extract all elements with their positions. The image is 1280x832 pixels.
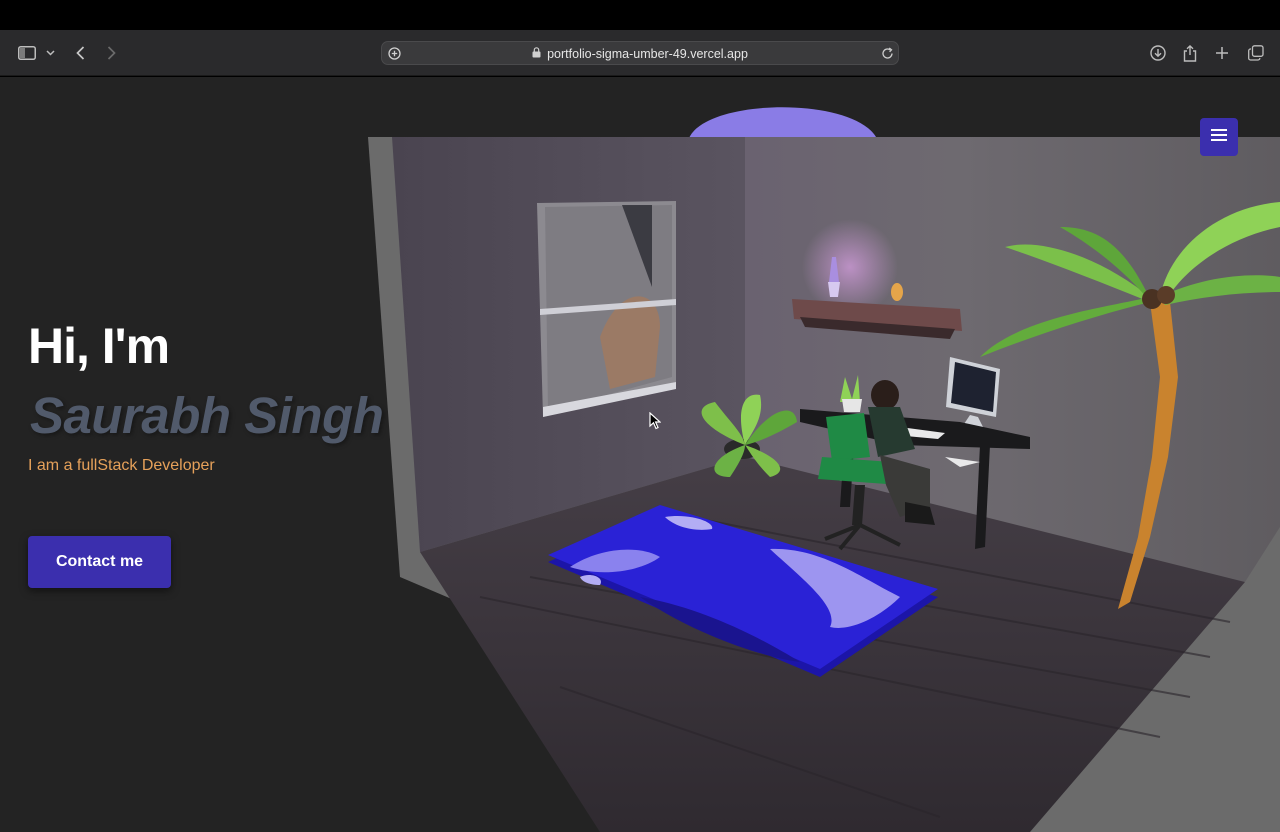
page-viewport: Hi, I'm Saurabh Singh I am a fullStack D… bbox=[0, 77, 1280, 832]
person bbox=[871, 380, 899, 410]
forward-icon[interactable] bbox=[104, 42, 118, 64]
hero-greeting: Hi, I'm bbox=[28, 318, 170, 374]
room-scene bbox=[368, 107, 1280, 832]
sidebar-icon[interactable] bbox=[17, 42, 37, 64]
url-text: portfolio-sigma-umber-49.vercel.app bbox=[547, 47, 748, 61]
mouse-cursor-icon bbox=[649, 411, 662, 435]
cloud-shape bbox=[688, 107, 878, 141]
chevron-down-icon[interactable] bbox=[44, 42, 56, 64]
new-tab-icon[interactable] bbox=[1213, 42, 1231, 64]
url-display[interactable]: portfolio-sigma-umber-49.vercel.app bbox=[382, 42, 898, 66]
menu-button[interactable] bbox=[1200, 118, 1238, 156]
reload-icon[interactable] bbox=[879, 45, 895, 61]
chair bbox=[826, 413, 870, 461]
window-top-bar bbox=[0, 0, 1280, 30]
hamburger-icon bbox=[1210, 128, 1228, 147]
tab-overview-icon[interactable] bbox=[1246, 42, 1266, 64]
hero-subtitle: I am a fullStack Developer bbox=[28, 457, 215, 474]
download-icon[interactable] bbox=[1148, 42, 1168, 64]
hero-name: Saurabh Singh bbox=[30, 387, 384, 444]
share-icon[interactable] bbox=[1181, 42, 1199, 64]
address-bar[interactable]: portfolio-sigma-umber-49.vercel.app bbox=[381, 41, 899, 65]
browser-toolbar: portfolio-sigma-umber-49.vercel.app bbox=[0, 30, 1280, 76]
back-icon[interactable] bbox=[73, 42, 87, 64]
contact-me-button[interactable]: Contact me bbox=[28, 536, 171, 588]
lock-icon bbox=[532, 47, 541, 61]
